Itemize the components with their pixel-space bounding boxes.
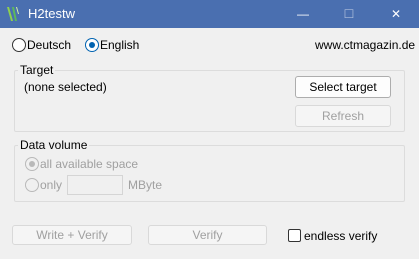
minimize-button[interactable]: — [280, 0, 326, 28]
minimize-icon: — [297, 7, 309, 21]
verify-button[interactable]: Verify [148, 225, 267, 245]
close-button[interactable]: ✕ [373, 0, 419, 28]
endless-verify-label[interactable]: endless verify [304, 229, 377, 243]
maximize-icon: ☐ [343, 7, 355, 21]
target-value: (none selected) [24, 80, 107, 94]
window-title: H2testw [28, 6, 75, 21]
radio-only[interactable] [25, 178, 39, 192]
h2testw-app-icon [7, 7, 19, 21]
maximize-button[interactable]: ☐ [326, 0, 372, 28]
mbyte-unit-label: MByte [128, 178, 163, 192]
data-volume-group-title: Data volume [18, 138, 90, 152]
close-icon: ✕ [390, 7, 402, 21]
refresh-button[interactable]: Refresh [295, 105, 391, 127]
radio-english-label[interactable]: English [100, 38, 139, 52]
radio-english[interactable] [85, 38, 99, 52]
radio-only-label[interactable]: only [40, 178, 62, 192]
endless-verify-checkbox[interactable] [288, 229, 301, 242]
target-group-title: Target [18, 63, 56, 77]
website-link[interactable]: www.ctmagazin.de [315, 38, 415, 52]
write-verify-button[interactable]: Write + Verify [12, 225, 132, 245]
radio-all-space[interactable] [25, 157, 39, 171]
radio-all-space-label[interactable]: all available space [40, 157, 138, 171]
select-target-button[interactable]: Select target [295, 76, 391, 98]
radio-deutsch-label[interactable]: Deutsch [27, 38, 71, 52]
mbyte-amount-input[interactable] [67, 175, 123, 195]
radio-deutsch[interactable] [12, 38, 26, 52]
title-bar[interactable]: H2testw — ☐ ✕ [0, 0, 419, 28]
